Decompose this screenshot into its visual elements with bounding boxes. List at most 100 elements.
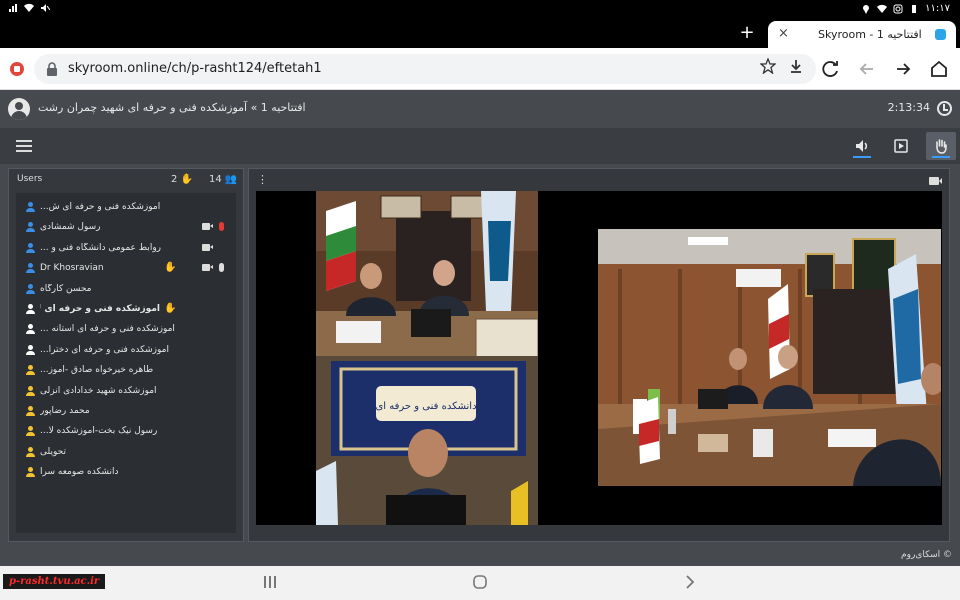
speaker-button[interactable] bbox=[847, 132, 877, 160]
user-role-icon bbox=[26, 263, 35, 274]
user-list-item[interactable]: آموزشکده شهید خدادادی انزلی bbox=[16, 381, 236, 401]
user-role-icon bbox=[26, 365, 35, 376]
hand-active-indicator bbox=[932, 156, 950, 158]
user-list-item[interactable]: دانشکده صومعه سرا bbox=[16, 462, 236, 482]
forward-icon[interactable] bbox=[892, 58, 914, 80]
android-nav-bar: p-rasht.tvu.ac.ir bbox=[0, 566, 960, 600]
user-list-item[interactable]: آموزشکده فنی و حرفه ای دخترا... bbox=[16, 340, 236, 360]
session-timer: 2:13:34 bbox=[887, 101, 930, 114]
user-name: رسول نیک بخت-آموزشکده لا... bbox=[40, 426, 158, 437]
user-role-icon bbox=[26, 426, 35, 437]
back-nav-icon[interactable] bbox=[684, 574, 696, 590]
user-list-item[interactable]: ✋ آموزشکده فنی و حرفه ای لاهیجا... bbox=[16, 299, 236, 319]
user-list-item[interactable]: رسول شمشادی bbox=[16, 217, 236, 237]
reload-icon[interactable] bbox=[820, 58, 842, 80]
user-name: محمد رضاپور bbox=[40, 406, 90, 416]
banner-text: دانشکده فنی و حرفه ای bbox=[375, 401, 476, 412]
raised-hand-icon: ✋ bbox=[164, 262, 177, 274]
user-list-item[interactable]: محمد رضاپور bbox=[16, 401, 236, 421]
speaker-icon bbox=[856, 140, 868, 152]
user-mic-icon[interactable] bbox=[219, 222, 224, 232]
speaker-active-indicator bbox=[853, 156, 871, 158]
home-icon[interactable] bbox=[928, 58, 950, 80]
tab-close-button[interactable]: × bbox=[778, 26, 789, 41]
user-list-item[interactable]: آموزشکده فنی و حرفه ای ش... bbox=[16, 197, 236, 217]
recent-apps-icon[interactable] bbox=[263, 574, 277, 590]
browser-tab[interactable]: × Skyroom - افتتاحیه 1 bbox=[768, 21, 956, 48]
room-title: افتتاحیه 1 » آموزشکده فنی و حرفه ای شهید… bbox=[38, 101, 306, 114]
user-list-item[interactable]: آموزشکده فنی و حرفه ای آستانه ... bbox=[16, 319, 236, 339]
status-time: ۱۱:۱۷ bbox=[925, 3, 950, 14]
hand-icon bbox=[936, 139, 947, 154]
back-icon[interactable] bbox=[856, 58, 878, 80]
site-watermark: p-rasht.tvu.ac.ir bbox=[3, 574, 106, 589]
user-list-item[interactable]: طاهره خیرخواه صادق -آموز... bbox=[16, 360, 236, 380]
room-main-area: Users 2 ✋ 14 👥 آموزشکده فنی و حرفه ای ش.… bbox=[0, 164, 960, 566]
lock-icon[interactable] bbox=[46, 62, 58, 76]
user-role-icon bbox=[26, 283, 35, 294]
user-list-item[interactable]: ✋ Dr Khosravian bbox=[16, 258, 236, 278]
user-name: روابط عمومی دانشگاه فنی و ... bbox=[40, 242, 162, 253]
location-icon bbox=[863, 4, 870, 14]
user-role-icon bbox=[26, 324, 35, 335]
site-shield-icon[interactable] bbox=[10, 62, 24, 76]
user-name: آموزشکده فنی و حرفه ای لاهیجا... bbox=[40, 304, 160, 314]
media-player-button[interactable] bbox=[886, 132, 916, 160]
user-name: دانشکده صومعه سرا bbox=[40, 467, 119, 478]
download-icon[interactable] bbox=[788, 58, 804, 74]
user-mic-icon[interactable] bbox=[219, 263, 224, 273]
wifi-icon bbox=[877, 4, 888, 13]
browser-toolbar: skyroom.online/ch/p-rasht124/eftetah1 bbox=[0, 48, 960, 90]
user-list-item[interactable]: محسن کارگاه bbox=[16, 279, 236, 299]
user-role-icon bbox=[26, 222, 35, 233]
battery-icon bbox=[912, 4, 917, 13]
user-list-item[interactable]: تحویلی bbox=[16, 442, 236, 462]
copyright-footer: اسکای‌روم © bbox=[901, 550, 952, 560]
user-list[interactable]: آموزشکده فنی و حرفه ای ش... رسول شمشادی رو… bbox=[16, 193, 236, 533]
video-stage: دانشکده فنی و حرفه ای bbox=[256, 191, 942, 525]
user-role-icon bbox=[26, 202, 35, 212]
hamburger-menu-icon[interactable] bbox=[16, 140, 32, 152]
video-panel-menu-icon[interactable]: ⋮ bbox=[257, 174, 268, 185]
user-name: تحویلی bbox=[40, 446, 66, 457]
user-name: محسن کارگاه bbox=[40, 283, 92, 294]
user-name: رسول شمشادی bbox=[40, 222, 101, 233]
user-role-icon bbox=[26, 467, 35, 478]
new-tab-button[interactable]: + bbox=[738, 23, 756, 43]
browser-tab-strip: + × Skyroom - افتتاحیه 1 bbox=[0, 18, 960, 48]
android-status-bar: ۱۱:۱۷ bbox=[0, 0, 960, 18]
hand-icon: ✋ bbox=[180, 174, 194, 185]
user-count: 14 👥 bbox=[209, 174, 238, 185]
user-list-item[interactable]: روابط عمومی دانشگاه فنی و ... bbox=[16, 238, 236, 258]
user-camera-icon[interactable] bbox=[202, 243, 213, 251]
user-role-icon bbox=[26, 406, 35, 416]
video-panel: ⋮ دانشکده فنی و حرفه ای bbox=[248, 168, 950, 542]
user-avatar-icon[interactable] bbox=[8, 98, 30, 120]
home-nav-icon[interactable] bbox=[472, 574, 488, 590]
user-name: Dr Khosravian bbox=[40, 263, 104, 274]
user-role-icon bbox=[26, 242, 35, 253]
raise-hand-button[interactable] bbox=[926, 132, 956, 160]
clock-icon bbox=[937, 101, 952, 116]
user-name: آموزشکده فنی و حرفه ای آستانه ... bbox=[40, 324, 175, 335]
users-panel: Users 2 ✋ 14 👥 آموزشکده فنی و حرفه ای ش.… bbox=[8, 168, 244, 542]
bookmark-star-icon[interactable] bbox=[760, 58, 776, 74]
video-feed-left: دانشکده فنی و حرفه ای bbox=[316, 191, 538, 525]
users-group-icon: 👥 bbox=[224, 174, 238, 185]
video-camera-icon[interactable] bbox=[929, 177, 942, 185]
instagram-icon bbox=[893, 4, 903, 13]
user-role-icon bbox=[26, 304, 35, 314]
user-role-icon bbox=[26, 385, 35, 396]
url-text[interactable]: skyroom.online/ch/p-rasht124/eftetah1 bbox=[68, 61, 322, 76]
user-list-item[interactable]: رسول نیک بخت-آموزشکده لا... bbox=[16, 421, 236, 441]
raised-hands-count: 2 ✋ bbox=[171, 174, 194, 185]
wifi-icon bbox=[24, 3, 34, 13]
user-camera-icon[interactable] bbox=[202, 264, 213, 272]
user-name: آموزشکده فنی و حرفه ای دخترا... bbox=[40, 344, 169, 355]
raised-hand-icon: ✋ bbox=[164, 303, 177, 314]
room-header: افتتاحیه 1 » آموزشکده فنی و حرفه ای شهید… bbox=[0, 90, 960, 128]
mute-icon bbox=[41, 4, 50, 12]
signal-icon bbox=[9, 4, 17, 12]
address-bar[interactable]: skyroom.online/ch/p-rasht124/eftetah1 bbox=[34, 54, 816, 84]
user-camera-icon[interactable] bbox=[202, 223, 213, 231]
